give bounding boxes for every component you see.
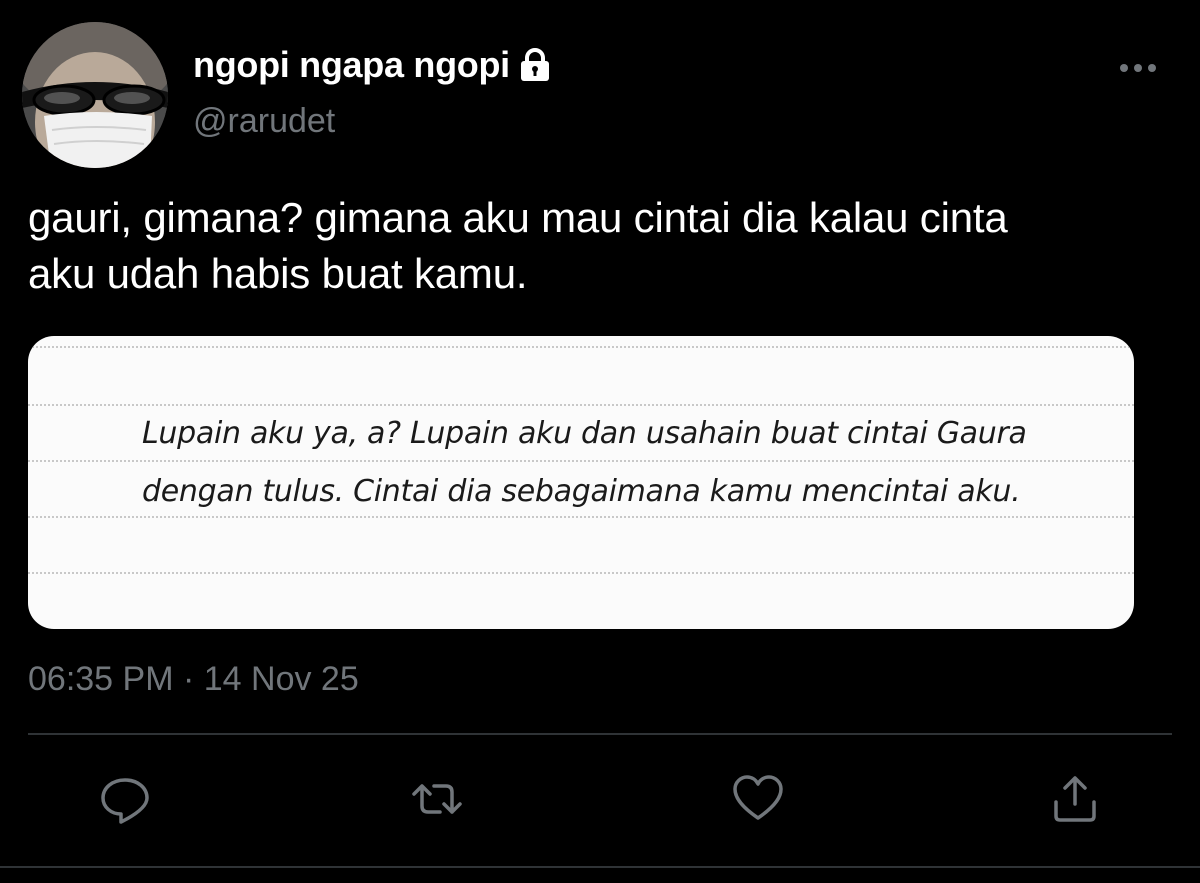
share-icon	[1054, 776, 1096, 822]
tweet-text: gauri, gimana? gimana aku mau cintai dia…	[28, 194, 1008, 297]
tweet: ngopi ngapa ngopi @rarudet gauri, gimana…	[0, 0, 1200, 883]
more-icon[interactable]	[1116, 56, 1160, 80]
divider	[28, 733, 1172, 735]
paper-line	[28, 346, 1134, 348]
heart-icon	[733, 775, 783, 820]
share-button[interactable]	[1048, 772, 1102, 826]
display-name-row: ngopi ngapa ngopi	[193, 44, 552, 86]
avatar[interactable]	[22, 22, 168, 168]
bottom-divider	[0, 866, 1200, 868]
paper-line	[28, 404, 1134, 406]
paper-line	[28, 572, 1134, 574]
retweet-button[interactable]	[410, 772, 464, 826]
display-name[interactable]: ngopi ngapa ngopi	[193, 44, 510, 86]
retweet-icon	[412, 784, 462, 814]
reply-icon	[101, 778, 149, 824]
user-handle[interactable]: @rarudet	[193, 102, 335, 141]
avatar-image	[22, 22, 168, 168]
like-button[interactable]	[731, 772, 785, 826]
timestamp[interactable]: 06:35 PM · 14 Nov 25	[28, 660, 359, 699]
paper-line	[28, 516, 1134, 518]
media-text-line: dengan tulus. Cintai dia sebagaimana kam…	[142, 474, 1021, 509]
paper-line	[28, 460, 1134, 462]
reply-button[interactable]	[98, 772, 152, 826]
media-text-line: Lupain aku ya, a? Lupain aku dan usahain…	[142, 416, 1027, 451]
lock-icon	[518, 47, 552, 83]
tweet-media[interactable]: Lupain aku ya, a? Lupain aku dan usahain…	[28, 336, 1134, 629]
